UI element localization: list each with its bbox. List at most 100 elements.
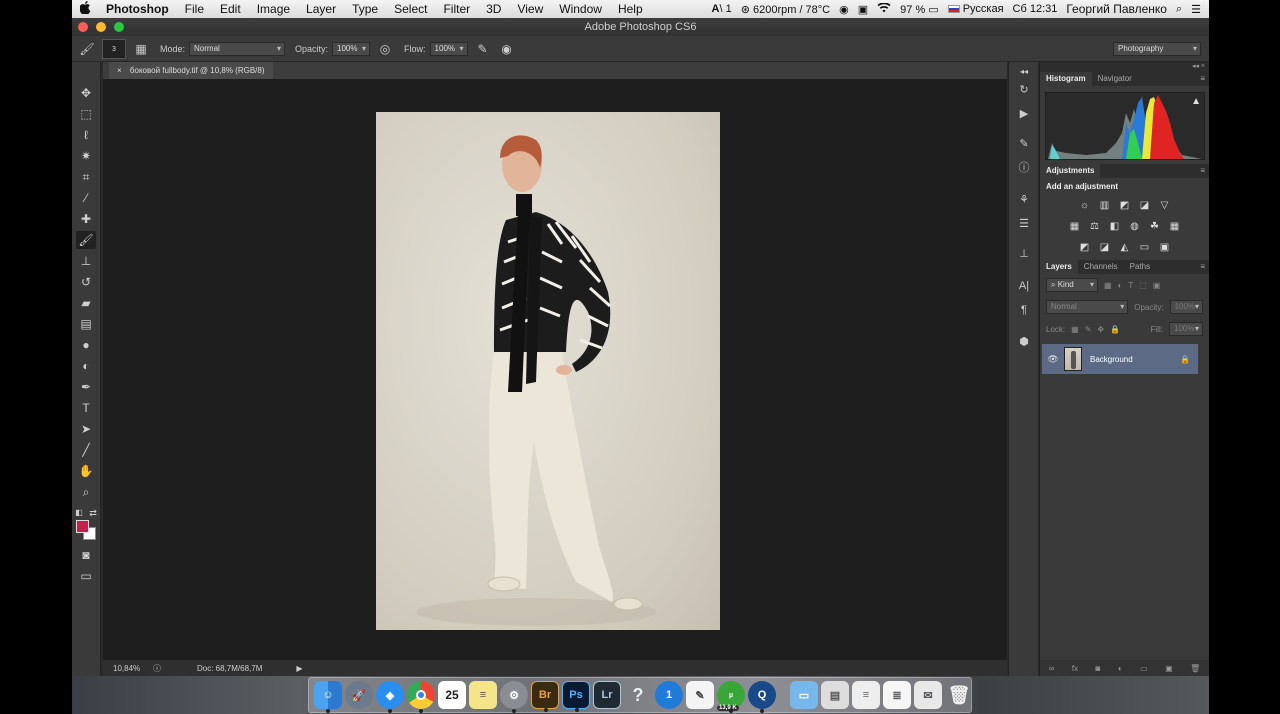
pen-tool-icon[interactable]: ✒ xyxy=(76,378,96,396)
menu-type[interactable]: Type xyxy=(344,2,386,16)
character-panel-icon[interactable]: A| xyxy=(1015,278,1033,294)
documents-icon[interactable]: ≡ xyxy=(852,681,880,709)
exposure-icon[interactable]: ◪ xyxy=(1138,200,1152,212)
path-selection-tool-icon[interactable]: ➤ xyxy=(76,420,96,438)
notes-icon[interactable]: ≡ xyxy=(469,681,497,709)
info-panel-icon[interactable]: ⓘ xyxy=(1015,160,1033,176)
menu-filter[interactable]: Filter xyxy=(435,2,478,16)
histogram-panel-menu-icon[interactable]: ≡ xyxy=(1200,72,1205,86)
properties-panel-icon[interactable]: ☰ xyxy=(1015,216,1033,232)
user-menu[interactable]: Георгий Павленко xyxy=(1066,2,1167,16)
brush-size-picker[interactable]: 3 xyxy=(102,38,126,59)
new-adjustment-layer-icon[interactable]: ◐ xyxy=(1118,664,1123,673)
swap-colors-icon[interactable]: ⇄ xyxy=(88,504,98,522)
document-tab[interactable]: × боковой fullbody.tif @ 10,8% (RGB/8) xyxy=(109,62,273,79)
sync-icon[interactable]: ◉ xyxy=(839,3,849,16)
document-image[interactable] xyxy=(376,112,720,630)
menu-edit[interactable]: Edit xyxy=(212,2,249,16)
opacity-field[interactable]: 100% xyxy=(332,41,371,56)
mode-select[interactable]: Normal xyxy=(189,41,286,56)
1password-icon[interactable]: 1 xyxy=(655,681,683,709)
layer-visibility-eye-icon[interactable]: 👁 xyxy=(1042,354,1064,365)
folder-icon[interactable]: ▭ xyxy=(790,681,818,709)
notification-center-icon[interactable]: ☰ xyxy=(1191,3,1201,16)
documents-icon[interactable]: ≣ xyxy=(883,681,911,709)
input-source-menu[interactable]: Русская xyxy=(947,3,1004,15)
launchpad-icon[interactable]: 🚀 xyxy=(345,681,373,709)
channel-mixer-icon[interactable]: ☘ xyxy=(1148,221,1162,233)
menu-layer[interactable]: Layer xyxy=(298,2,344,16)
link-layers-icon[interactable]: ∞ xyxy=(1049,664,1055,673)
history-panel-icon[interactable]: ↻ xyxy=(1015,82,1033,98)
tab-navigator[interactable]: Navigator xyxy=(1092,72,1138,86)
help-icon[interactable]: ? xyxy=(624,681,652,709)
menu-photoshop[interactable]: Photoshop xyxy=(98,2,177,16)
brush-tool-icon[interactable]: 🖌 xyxy=(76,231,96,249)
tab-paths[interactable]: Paths xyxy=(1124,260,1156,274)
filter-pixel-icon[interactable]: ▦ xyxy=(1104,281,1112,290)
clock[interactable]: Сб 12:31 xyxy=(1013,3,1058,15)
menu-window[interactable]: Window xyxy=(551,2,610,16)
adjustments-panel-menu-icon[interactable]: ≡ xyxy=(1200,164,1205,178)
wifi-icon[interactable] xyxy=(877,1,891,16)
clone-source-panel-icon[interactable]: ⊥ xyxy=(1015,246,1033,262)
eraser-tool-icon[interactable]: ▰ xyxy=(76,294,96,312)
delete-layer-icon[interactable]: 🗑 xyxy=(1190,664,1200,673)
collapse-panels-icon[interactable]: ◂◂ xyxy=(1015,64,1033,80)
lock-all-icon[interactable]: 🔒 xyxy=(1110,325,1120,334)
airbrush-icon[interactable]: ✎ xyxy=(474,40,492,58)
spotlight-search-icon[interactable]: ⌕ xyxy=(1176,3,1182,16)
vibrance-icon[interactable]: ▽ xyxy=(1158,200,1172,212)
dodge-tool-icon[interactable]: ◐ xyxy=(76,357,96,375)
threshold-icon[interactable]: ◭ xyxy=(1118,242,1132,254)
lock-transparency-icon[interactable]: ▦ xyxy=(1071,325,1079,334)
zoom-window-button[interactable] xyxy=(114,22,124,32)
zoom-level-field[interactable]: 10,84% xyxy=(113,664,153,673)
photo-filter-icon[interactable]: ◍ xyxy=(1128,221,1142,233)
histogram-warning-icon[interactable]: ▲ xyxy=(1191,96,1201,107)
battery-status[interactable]: 97 % ▭ xyxy=(900,3,939,16)
utorrent-icon[interactable]: µ 13,9 K xyxy=(717,681,745,713)
posterize-icon[interactable]: ◪ xyxy=(1098,242,1112,254)
zoom-tool-icon[interactable]: ⌕ xyxy=(76,483,96,501)
quick-mask-icon[interactable]: ◙ xyxy=(76,546,96,564)
blur-tool-icon[interactable]: ● xyxy=(76,336,96,354)
menu-view[interactable]: View xyxy=(509,2,551,16)
levels-icon[interactable]: ▥ xyxy=(1098,200,1112,212)
type-tool-icon[interactable]: T xyxy=(76,399,96,417)
menu-select[interactable]: Select xyxy=(386,2,435,16)
healing-brush-tool-icon[interactable]: ✚ xyxy=(76,210,96,228)
system-preferences-icon[interactable]: ⚙ xyxy=(500,681,528,713)
screen-mode-icon[interactable]: ▭ xyxy=(76,567,96,585)
invert-icon[interactable]: ◩ xyxy=(1078,242,1092,254)
quick-selection-tool-icon[interactable]: ✷ xyxy=(76,147,96,165)
menu-3d[interactable]: 3D xyxy=(478,2,509,16)
pressure-opacity-icon[interactable]: ◎ xyxy=(376,40,394,58)
gradient-tool-icon[interactable]: ▤ xyxy=(76,315,96,333)
history-brush-tool-icon[interactable]: ↺ xyxy=(76,273,96,291)
marquee-tool-icon[interactable]: ⬚ xyxy=(76,105,96,123)
menu-file[interactable]: File xyxy=(177,2,212,16)
chrome-icon[interactable] xyxy=(407,681,435,713)
close-document-icon[interactable]: × xyxy=(117,66,122,75)
crop-tool-icon[interactable]: ⌗ xyxy=(76,168,96,186)
lock-position-icon[interactable]: ✥ xyxy=(1097,325,1104,334)
layer-opacity-field[interactable]: 100% xyxy=(1169,300,1203,314)
tab-adjustments[interactable]: Adjustments xyxy=(1040,164,1101,178)
quicktime-icon[interactable]: Q xyxy=(748,681,776,713)
adobe-creative-cloud-status[interactable]: A\ 1 xyxy=(711,3,731,15)
foreground-color-swatch[interactable] xyxy=(76,520,89,533)
photoshop-icon[interactable]: Ps xyxy=(562,681,590,712)
gradient-map-icon[interactable]: ▭ xyxy=(1138,242,1152,254)
evernote-icon[interactable]: ▣ xyxy=(858,3,868,16)
actions-panel-icon[interactable]: ▶ xyxy=(1015,106,1033,122)
preview-icon[interactable]: ▤ xyxy=(821,681,849,709)
line-tool-icon[interactable]: ╱ xyxy=(76,441,96,459)
new-layer-icon[interactable]: ▣ xyxy=(1165,664,1173,673)
curves-icon[interactable]: ◩ xyxy=(1118,200,1132,212)
clone-stamp-tool-icon[interactable]: ⊥ xyxy=(76,252,96,270)
3d-panel-icon[interactable]: ⬢ xyxy=(1015,334,1033,350)
filter-adjustment-icon[interactable]: ◐ xyxy=(1118,281,1123,290)
minimize-window-button[interactable] xyxy=(96,22,106,32)
layer-row-background[interactable]: 👁 Background 🔒 xyxy=(1042,344,1198,374)
